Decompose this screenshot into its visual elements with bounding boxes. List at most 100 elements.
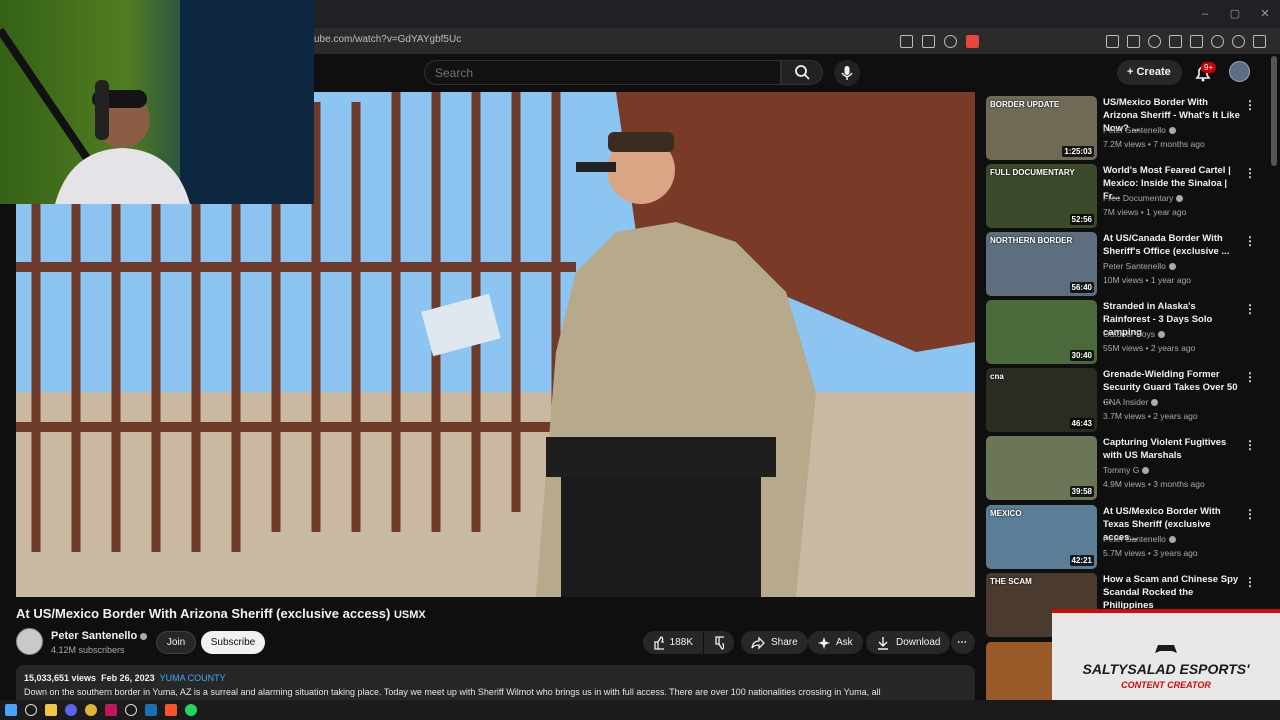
recommendation-channel[interactable]: Peter Santenello (1103, 125, 1176, 135)
description-text: Down on the southern border in Yuma, AZ … (24, 687, 881, 697)
recommendation-thumbnail[interactable]: MEXICO 42:21 (986, 505, 1097, 569)
recommendation-title[interactable]: At US/Canada Border With Sheriff's Offic… (1103, 232, 1243, 258)
recommendation-channel[interactable]: Tommy G (1103, 465, 1150, 475)
recommendation-item[interactable]: 39:58 Capturing Violent Fugitives with US… (986, 436, 1266, 500)
recommendation-channel[interactable]: Free Documentary (1103, 193, 1184, 203)
more-options-icon[interactable]: ⋮ (1244, 438, 1256, 452)
chrome-icon[interactable] (85, 704, 97, 716)
spotify-icon[interactable] (185, 704, 197, 716)
channel-name[interactable]: Peter Santenello (51, 630, 148, 642)
recommendation-item[interactable]: FULL DOCUMENTARY 52:56 World's Most Feared… (986, 164, 1266, 228)
microphone-icon (841, 66, 853, 80)
more-actions-icon[interactable]: ⋯ (951, 631, 975, 654)
download-button[interactable]: Download (866, 631, 951, 654)
menu-icon[interactable] (1253, 34, 1266, 48)
brave-shield-icon[interactable] (944, 34, 957, 48)
location-tag[interactable]: YUMA COUNTY (160, 673, 226, 683)
video-duration: 39:58 (1069, 486, 1094, 497)
extensions-icon[interactable] (1106, 34, 1119, 48)
thumbnail-caption: BORDER UPDATE (990, 100, 1060, 109)
windows-start-icon[interactable] (5, 704, 17, 716)
leo-ai-icon[interactable] (1211, 34, 1224, 48)
brave-icon[interactable] (165, 704, 177, 716)
share-page-icon[interactable] (922, 34, 935, 48)
recommendation-thumbnail[interactable]: BORDER UPDATE 1:25:03 (986, 96, 1097, 160)
more-options-icon[interactable]: ⋮ (1244, 234, 1256, 248)
more-options-icon[interactable]: ⋮ (1244, 370, 1256, 384)
like-button[interactable]: 188K (643, 631, 703, 654)
recommendation-channel-name[interactable]: Peter Santenello (1103, 534, 1166, 544)
recommendation-title[interactable]: Capturing Violent Fugitives with US Mars… (1103, 436, 1243, 462)
thumbs-up-icon (654, 635, 664, 650)
window-controls: – ▢ ✕ (1190, 0, 1280, 28)
recommendation-thumbnail[interactable]: NORTHERN BORDER 56:40 (986, 232, 1097, 296)
recommendation-item[interactable]: 30:40 Stranded in Alaska's Rainforest - 3… (986, 300, 1266, 364)
recommendation-channel-name[interactable]: Tommy G (1103, 465, 1139, 475)
close-window-button[interactable]: ✕ (1250, 0, 1280, 28)
more-options-icon[interactable]: ⋮ (1244, 98, 1256, 112)
join-button[interactable]: Join (156, 631, 196, 654)
recommendation-title[interactable]: How a Scam and Chinese Spy Scandal Rocke… (1103, 573, 1243, 612)
recommendation-channel-name[interactable]: Free Documentary (1103, 193, 1173, 203)
more-options-icon[interactable]: ⋮ (1244, 507, 1256, 521)
maximize-button[interactable]: ▢ (1220, 0, 1250, 28)
webcam-feed (0, 0, 314, 204)
recommendation-channel-name[interactable]: Peter Santenello (1103, 125, 1166, 135)
screenshot-icon[interactable] (1127, 34, 1140, 48)
recommendation-channel[interactable]: Outdoor Boys (1103, 329, 1165, 339)
recommendation-channel[interactable]: Peter Santenello (1103, 534, 1176, 544)
vpn-icon[interactable] (1232, 34, 1245, 48)
file-explorer-icon[interactable] (45, 704, 57, 716)
taskbar-search-icon[interactable] (25, 704, 37, 716)
url-text[interactable]: ube.com/watch?v=GdYAYgbf5Uc (314, 34, 461, 45)
discord-icon[interactable] (65, 704, 77, 716)
search-icon (795, 65, 810, 80)
wallet-icon[interactable] (1190, 34, 1203, 48)
video-duration: 46:43 (1069, 418, 1094, 429)
voice-search-button[interactable] (834, 60, 860, 86)
recommendation-channel[interactable]: CNA Insider (1103, 397, 1159, 407)
recommendation-channel[interactable]: Peter Santenello (1103, 261, 1176, 271)
thumbnail-caption: cna (990, 372, 1004, 381)
recommendation-thumbnail[interactable]: cna 46:43 (986, 368, 1097, 432)
more-options-icon[interactable]: ⋮ (1244, 575, 1256, 589)
recommendation-meta: 5.7M views • 3 years ago (1103, 548, 1198, 558)
share-button[interactable]: Share (741, 631, 808, 654)
more-options-icon[interactable]: ⋮ (1244, 166, 1256, 180)
cast-icon[interactable] (900, 34, 913, 48)
channel-name-text[interactable]: Peter Santenello (51, 630, 137, 642)
recommendation-item[interactable]: MEXICO 42:21 At US/Mexico Border With Texa… (986, 505, 1266, 569)
recommendation-channel-name[interactable]: Outdoor Boys (1103, 329, 1155, 339)
recommendation-meta: 7M views • 1 year ago (1103, 207, 1187, 217)
account-avatar[interactable] (1229, 61, 1250, 82)
like-count: 188K (669, 637, 693, 648)
more-options-icon[interactable]: ⋮ (1244, 302, 1256, 316)
brave-rewards-icon[interactable] (966, 34, 979, 48)
music-icon[interactable] (1148, 34, 1161, 48)
recommendation-item[interactable]: NORTHERN BORDER 56:40 At US/Canada Border … (986, 232, 1266, 296)
dislike-button[interactable] (704, 631, 734, 654)
subscribe-button[interactable]: Subscribe (201, 631, 265, 654)
scrollbar[interactable] (1271, 56, 1277, 166)
channel-avatar[interactable] (16, 628, 43, 655)
search-input[interactable] (424, 60, 781, 85)
ask-button[interactable]: Ask (808, 631, 863, 654)
recommendation-channel-name[interactable]: CNA Insider (1103, 397, 1148, 407)
recommendation-thumbnail[interactable]: FULL DOCUMENTARY 52:56 (986, 164, 1097, 228)
recommendation-item[interactable]: cna 46:43 Grenade-Wielding Former Security… (986, 368, 1266, 432)
recommendation-item[interactable]: BORDER UPDATE 1:25:03 US/Mexico Border Wit… (986, 96, 1266, 160)
steam-icon[interactable] (145, 704, 157, 716)
app-icon[interactable] (105, 704, 117, 716)
recommendation-thumbnail[interactable]: 30:40 (986, 300, 1097, 364)
recommendation-meta: 7.2M views • 7 months ago (1103, 139, 1205, 149)
description-box[interactable]: 15,033,651 views Feb 26, 2023 YUMA COUNT… (16, 665, 975, 705)
search-button[interactable] (781, 60, 823, 85)
recommendation-channel-name[interactable]: Peter Santenello (1103, 261, 1166, 271)
recommendation-thumbnail[interactable]: 39:58 (986, 436, 1097, 500)
minimize-button[interactable]: – (1190, 0, 1220, 28)
obs-icon[interactable] (125, 704, 137, 716)
video-title: At US/Mexico Border With Arizona Sheriff… (16, 606, 426, 621)
sidebar-icon[interactable] (1169, 34, 1182, 48)
thumbnail-caption: FULL DOCUMENTARY (990, 168, 1075, 177)
create-button[interactable]: + Create (1117, 60, 1182, 85)
